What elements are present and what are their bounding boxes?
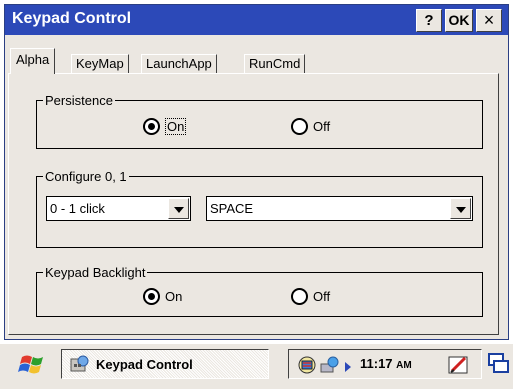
- configure-group: Configure 0, 1 0 - 1 click SPACE: [36, 169, 483, 248]
- radio-unselected-icon: [291, 118, 308, 135]
- persistence-off-label: Off: [313, 119, 331, 134]
- chevron-down-icon[interactable]: [450, 198, 471, 219]
- key-dropdown[interactable]: SPACE: [206, 196, 473, 221]
- backlight-legend: Keypad Backlight: [43, 265, 148, 280]
- title-bar: Keypad Control ? OK ×: [5, 5, 508, 35]
- clock[interactable]: 11:17 AM: [360, 356, 412, 371]
- backlight-off-radio[interactable]: Off: [291, 288, 330, 305]
- radio-selected-icon: [143, 288, 160, 305]
- persistence-group: Persistence On Off: [36, 93, 483, 149]
- system-tray: 11:17 AM: [288, 349, 482, 379]
- configure-legend: Configure 0, 1: [43, 169, 129, 184]
- backlight-off-label: Off: [313, 289, 331, 304]
- persistence-legend: Persistence: [43, 93, 115, 108]
- network-icon[interactable]: [297, 355, 317, 378]
- persistence-off-radio[interactable]: Off: [291, 118, 330, 135]
- persistence-on-label: On: [165, 118, 187, 135]
- task-button-label: Keypad Control: [96, 357, 193, 372]
- desktop-icon[interactable]: [487, 352, 509, 379]
- keypad-app-icon: [70, 355, 90, 376]
- tab-alpha[interactable]: Alpha: [10, 48, 56, 74]
- connectivity-icon[interactable]: [320, 355, 342, 378]
- key-value: SPACE: [210, 201, 254, 216]
- window-title: Keypad Control: [12, 10, 132, 27]
- tab-keymap[interactable]: KeyMap: [71, 54, 129, 74]
- input-panel-icon[interactable]: [447, 353, 471, 380]
- ok-button[interactable]: OK: [445, 9, 473, 32]
- tray-arrow-icon[interactable]: [344, 360, 352, 375]
- persistence-on-radio[interactable]: On: [143, 118, 187, 135]
- radio-selected-icon: [143, 118, 160, 135]
- taskbar: Keypad Control 11:17 AM: [0, 343, 513, 389]
- click-count-dropdown[interactable]: 0 - 1 click: [46, 196, 191, 221]
- backlight-on-label: On: [165, 289, 183, 304]
- tab-launchapp[interactable]: LaunchApp: [141, 54, 217, 74]
- backlight-group: Keypad Backlight On Off: [36, 265, 483, 317]
- chevron-down-icon[interactable]: [168, 198, 189, 219]
- radio-unselected-icon: [291, 288, 308, 305]
- task-button-keypad-control[interactable]: Keypad Control: [61, 349, 269, 379]
- help-button[interactable]: ?: [416, 9, 442, 32]
- backlight-on-radio[interactable]: On: [143, 288, 182, 305]
- windows-flag-icon[interactable]: [18, 348, 50, 380]
- close-button[interactable]: ×: [476, 9, 502, 32]
- tab-runcmd[interactable]: RunCmd: [244, 54, 306, 74]
- clock-ampm: AM: [396, 360, 412, 371]
- click-count-value: 0 - 1 click: [50, 201, 105, 216]
